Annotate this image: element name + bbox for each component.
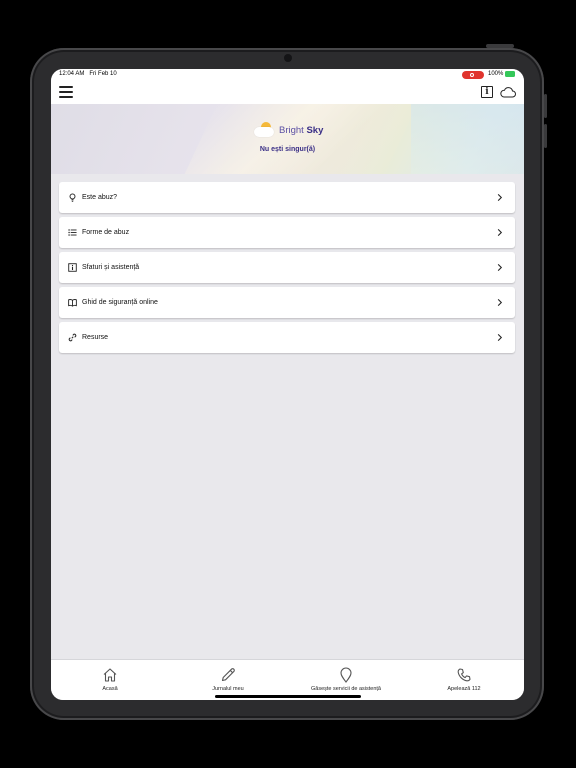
menu-item-label: Forme de abuz <box>82 229 130 236</box>
power-button <box>486 44 514 48</box>
menu-item-este-abuz[interactable]: Este abuz? <box>59 182 515 213</box>
chevron-right-icon <box>497 263 503 272</box>
menu-item-label: Sfaturi și asistență <box>82 264 140 271</box>
tab-gaseste-servicii[interactable]: Găsește servicii de asistență <box>287 660 405 700</box>
main-menu: Este abuz? Forme de abuz Sfaturi și asis… <box>59 182 515 357</box>
menu-item-sfaturi-si-asistenta[interactable]: Sfaturi și asistență <box>59 252 515 283</box>
front-camera <box>284 54 292 62</box>
chevron-right-icon <box>497 333 503 342</box>
phone-icon <box>457 668 471 682</box>
tab-jurnalul-meu[interactable]: Jurnalul meu <box>169 660 287 700</box>
status-time-date: 12:04 AM Fri Feb 10 <box>59 71 117 77</box>
link-icon <box>68 333 77 342</box>
sun-cloud-logo-icon <box>254 121 276 139</box>
tab-label: Jurnalul meu <box>212 686 244 692</box>
info-box-icon <box>68 263 77 272</box>
battery-percentage: 100% <box>488 71 504 77</box>
info-icon[interactable]: i <box>481 86 493 98</box>
chevron-right-icon <box>497 298 503 307</box>
chevron-right-icon <box>497 228 503 237</box>
app-logo: Bright Sky <box>254 121 323 139</box>
chevron-right-icon <box>497 193 503 202</box>
tab-acasa[interactable]: Acasă <box>51 660 169 700</box>
menu-item-forme-de-abuz[interactable]: Forme de abuz <box>59 217 515 248</box>
book-icon <box>68 299 77 307</box>
volume-down-button <box>544 124 547 148</box>
bottom-tab-bar: Acasă Jurnalul meu Găsește servicii de a… <box>51 659 524 700</box>
app-screen: 12:04 AM Fri Feb 10 100% i Bright Sky Nu… <box>51 69 524 700</box>
cloud-icon[interactable] <box>500 86 516 98</box>
location-pin-icon <box>340 667 352 683</box>
menu-item-label: Este abuz? <box>82 194 118 201</box>
home-indicator[interactable] <box>215 695 361 698</box>
menu-item-ghid-siguranta-online[interactable]: Ghid de siguranță online <box>59 287 515 318</box>
lightbulb-icon <box>69 193 76 202</box>
volume-up-button <box>544 94 547 118</box>
tagline: Nu ești singur(ă) <box>259 146 316 153</box>
menu-item-resurse[interactable]: Resurse <box>59 322 515 353</box>
status-bar: 12:04 AM Fri Feb 10 100% <box>51 69 524 81</box>
battery-icon <box>505 71 515 77</box>
tab-label: Găsește servicii de asistență <box>310 686 381 692</box>
tab-apeleaza-112[interactable]: Apelează 112 <box>405 660 523 700</box>
tab-label: Acasă <box>102 686 118 692</box>
top-navbar: i <box>51 81 524 104</box>
home-icon <box>103 668 117 682</box>
brand-name: Bright Sky <box>279 124 324 136</box>
hamburger-menu-icon[interactable] <box>59 86 73 99</box>
list-icon <box>68 229 77 236</box>
menu-item-label: Ghid de siguranță online <box>82 299 158 306</box>
screen-recording-icon <box>462 71 484 79</box>
header-banner: Bright Sky Nu ești singur(ă) <box>51 104 524 174</box>
menu-item-label: Resurse <box>82 334 109 341</box>
tab-label: Apelează 112 <box>447 686 481 692</box>
pencil-icon <box>221 668 235 682</box>
